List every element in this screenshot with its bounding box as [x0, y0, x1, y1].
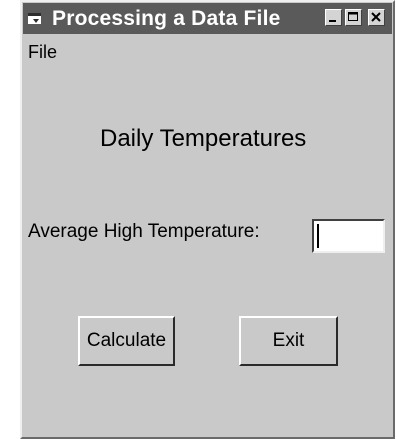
form-heading: Daily Temperatures [100, 125, 307, 152]
exit-button[interactable]: Exit [239, 316, 338, 366]
menu-bar: File [23, 35, 392, 63]
window-title: Processing a Data File [52, 7, 281, 30]
minimize-button[interactable] [325, 9, 342, 26]
close-icon [371, 12, 381, 22]
average-high-field[interactable] [312, 219, 385, 253]
minimize-icon [329, 20, 336, 22]
close-button[interactable] [368, 9, 385, 26]
maximize-icon [348, 12, 358, 21]
window-system-icon[interactable] [27, 10, 44, 27]
calculate-button[interactable]: Calculate [78, 316, 175, 366]
text-caret [317, 224, 319, 248]
app-window: Processing a Data File File Daily Temper… [20, 0, 395, 439]
menu-file[interactable]: File [28, 42, 57, 63]
title-bar[interactable]: Processing a Data File [23, 3, 392, 34]
average-high-label: Average High Temperature: [28, 221, 260, 242]
maximize-button[interactable] [345, 9, 362, 26]
